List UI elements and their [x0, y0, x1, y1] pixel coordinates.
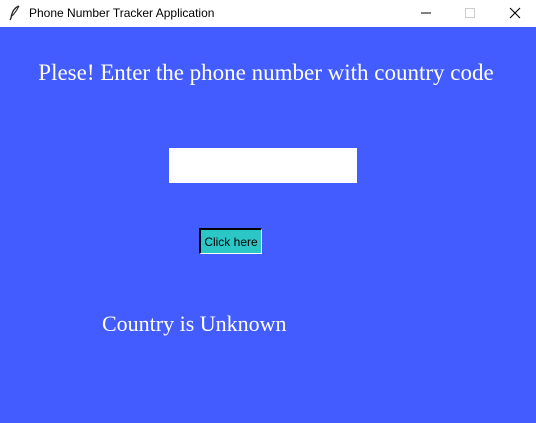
maximize-icon: [465, 8, 475, 18]
instruction-label: Plese! Enter the phone number with count…: [38, 60, 494, 85]
maximize-button[interactable]: [447, 0, 493, 27]
close-icon: [509, 7, 521, 19]
country-result-label: Country is Unknown: [102, 311, 287, 336]
title-bar[interactable]: Phone Number Tracker Application: [0, 0, 536, 27]
window-title: Phone Number Tracker Application: [29, 6, 215, 20]
close-button[interactable]: [492, 0, 536, 27]
minimize-icon: [421, 12, 431, 14]
main-panel: Plese! Enter the phone number with count…: [0, 27, 536, 423]
minimize-button[interactable]: [403, 0, 449, 27]
phone-number-input[interactable]: [169, 148, 357, 183]
feather-icon: [8, 5, 22, 21]
click-here-button[interactable]: Click here: [199, 228, 262, 254]
app-window: Phone Number Tracker Application Plese! …: [0, 0, 536, 423]
